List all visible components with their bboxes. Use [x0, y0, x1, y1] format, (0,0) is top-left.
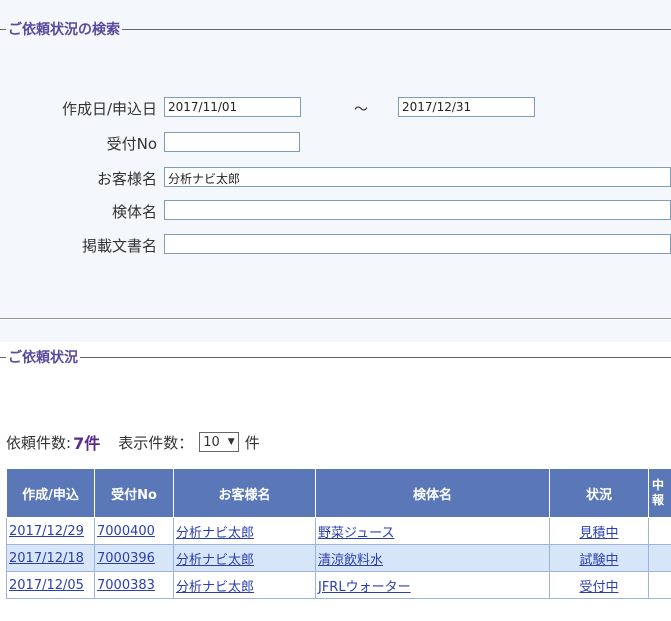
column-header-status[interactable]: 状況: [549, 468, 649, 518]
row-sample-link[interactable]: JFRLウォーター: [318, 580, 411, 595]
customer-name-input[interactable]: 分析ナビ太郎: [164, 167, 671, 187]
sample-row: 検体名: [0, 200, 671, 222]
row-date-link[interactable]: 2017/12/29: [9, 524, 84, 539]
display-count-value: 10: [203, 434, 220, 450]
table-row: 2017/12/18 7000396 分析ナビ太郎 清涼飲料水 試験中: [6, 544, 671, 572]
column-header-sample[interactable]: 検体名: [315, 468, 550, 518]
receipt-row: 受付No: [0, 132, 671, 154]
row-status-link[interactable]: 試験中: [579, 553, 618, 568]
row-sample-link[interactable]: 清涼飲料水: [318, 553, 383, 568]
date-from-input[interactable]: 2017/11/01: [164, 97, 301, 117]
result-counts: 依頼件数: 7件 表示件数： 10 ▼ 件: [6, 430, 260, 454]
row-receipt-no-link[interactable]: 7000400: [97, 524, 155, 539]
status-section-title: ご依頼状況: [8, 350, 78, 366]
request-count-value: 7件: [73, 434, 101, 453]
column-header-date[interactable]: 作成/申込: [6, 468, 95, 518]
date-to-input[interactable]: 2017/12/31: [398, 97, 535, 117]
status-legend: ご依頼状況: [0, 347, 671, 367]
date-row: 作成日/申込日 2017/11/01 ～ 2017/12/31: [0, 97, 671, 119]
row-report-cell: [648, 571, 671, 599]
row-receipt-no-link[interactable]: 7000383: [97, 578, 155, 593]
row-status-link[interactable]: 見積中: [579, 526, 618, 541]
document-name-input[interactable]: [164, 234, 671, 254]
display-count-label: 表示件数：: [118, 433, 194, 452]
display-count-unit: 件: [244, 433, 260, 452]
table-row: 2017/12/05 7000383 分析ナビ太郎 JFRLウォーター 受付中: [6, 571, 671, 599]
document-row: 掲載文書名: [0, 234, 671, 256]
sample-name-input[interactable]: [164, 200, 671, 220]
date-label: 作成日/申込日: [61, 100, 157, 118]
customer-label: お客様名: [96, 170, 157, 188]
column-header-customer[interactable]: お客様名: [173, 468, 316, 518]
table-header-row: 作成/申込 受付No お客様名 検体名 状況 中 報: [6, 468, 671, 518]
row-receipt-no-link[interactable]: 7000396: [97, 551, 155, 566]
status-header-band: [0, 320, 671, 342]
row-date-link[interactable]: 2017/12/18: [9, 551, 84, 566]
row-customer-link[interactable]: 分析ナビ太郎: [176, 580, 254, 595]
receipt-no-input[interactable]: [164, 132, 300, 152]
row-status-link[interactable]: 受付中: [579, 580, 618, 595]
sample-label: 検体名: [111, 203, 157, 221]
receipt-label: 受付No: [106, 135, 157, 153]
request-status-table: 作成/申込 受付No お客様名 検体名 状況 中 報 2017/12/29 70…: [6, 468, 671, 599]
search-section-background: [0, 0, 671, 318]
customer-row: お客様名 分析ナビ太郎: [0, 167, 671, 189]
row-customer-link[interactable]: 分析ナビ太郎: [176, 553, 254, 568]
table-row: 2017/12/29 7000400 分析ナビ太郎 野菜ジュース 見積中: [6, 517, 671, 545]
section-divider: [0, 318, 671, 319]
request-count-label: 依頼件数:: [6, 433, 72, 452]
display-count-select[interactable]: 10 ▼: [199, 432, 239, 452]
column-header-receipt-no[interactable]: 受付No: [94, 468, 174, 518]
search-section-title: ご依頼状況の検索: [8, 22, 120, 38]
column-header-report[interactable]: 中 報: [648, 468, 671, 518]
dropdown-arrow-icon: ▼: [227, 437, 235, 447]
document-label: 掲載文書名: [81, 237, 157, 255]
row-report-cell: [648, 544, 671, 572]
row-sample-link[interactable]: 野菜ジュース: [318, 526, 394, 541]
row-report-cell: [648, 517, 671, 545]
row-customer-link[interactable]: 分析ナビ太郎: [176, 526, 254, 541]
search-legend: ご依頼状況の検索: [0, 19, 671, 39]
date-range-separator: ～: [354, 102, 368, 118]
row-date-link[interactable]: 2017/12/05: [9, 578, 84, 593]
